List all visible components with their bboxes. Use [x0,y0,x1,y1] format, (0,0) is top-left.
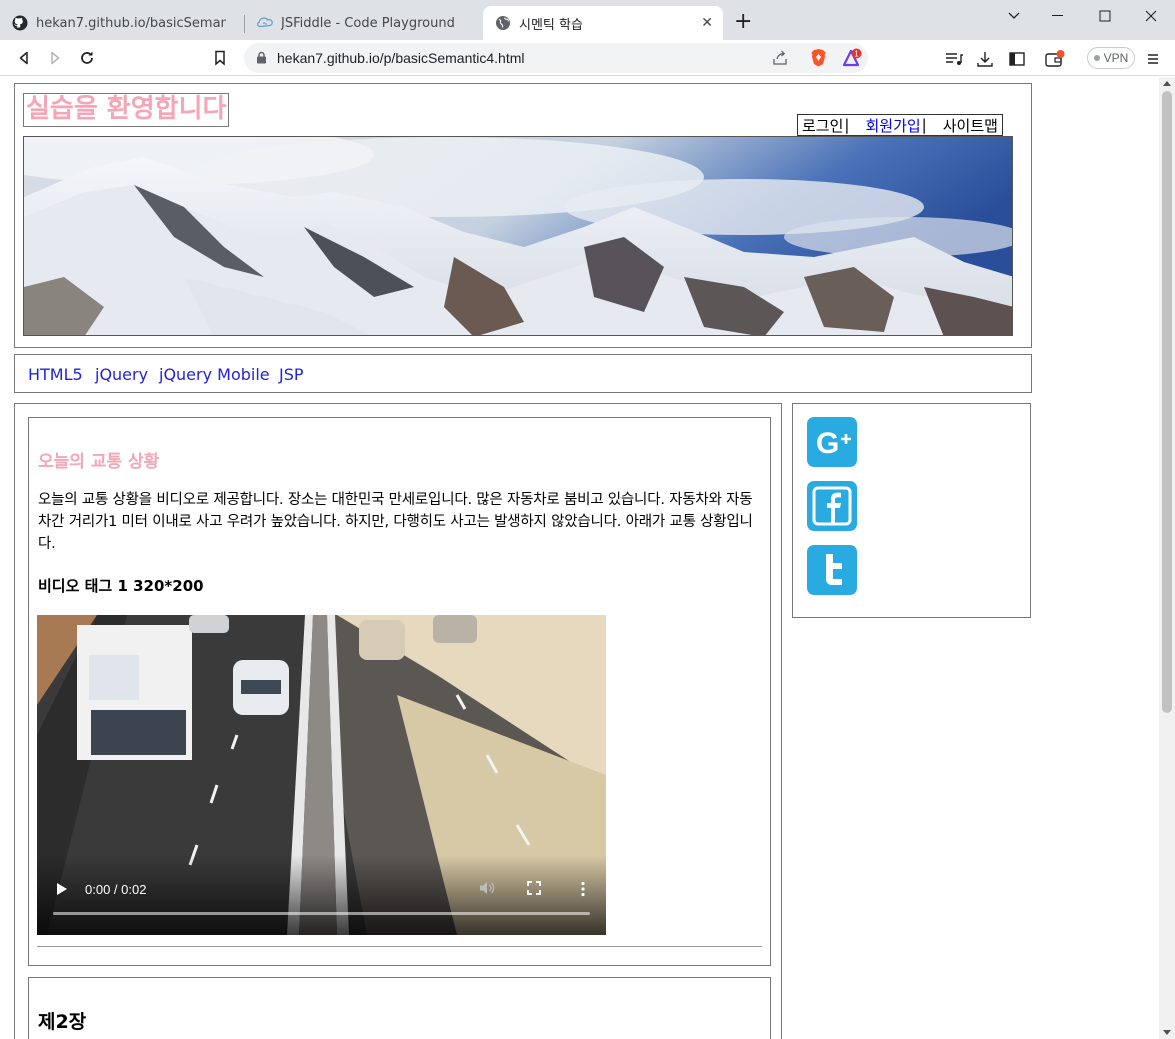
section-traffic: 오늘의 교통 상황 오늘의 교통 상황을 비디오로 제공합니다. 장소는 대한민… [28,417,771,966]
main-content: 오늘의 교통 상황 오늘의 교통 상황을 비디오로 제공합니다. 장소는 대한민… [14,403,782,1039]
vpn-label: VPN [1103,51,1129,65]
site-header: 실습을 환영합니다 로그인 | 회원가입 | 사이트맵 [14,83,1032,348]
forward-icon[interactable] [43,46,67,70]
new-tab-button[interactable]: + [734,11,752,33]
maximize-icon[interactable] [1092,6,1118,26]
address-bar[interactable]: hekan7.github.io/p/basicSemantic4.html 1 [244,43,868,73]
jsfiddle-icon [257,17,273,28]
mountain-banner-image [23,136,1013,336]
sitemap-link[interactable]: 사이트맵 [943,115,998,136]
rewards-badge: 1 [854,50,859,59]
tab-jsfiddle[interactable]: JSFiddle - Code Playground [245,6,481,40]
brave-rewards-icon[interactable]: 1 [842,48,862,68]
google-plus-icon[interactable]: G [807,417,857,467]
traffic-video[interactable]: 0:00 / 0:02 [37,615,606,935]
tab-title: JSFiddle - Code Playground [281,15,455,31]
twitter-icon[interactable] [807,545,857,595]
page-scrollbar[interactable] [1159,77,1175,1039]
tab-semantic[interactable]: 시멘틱 학습 ✕ [483,6,723,40]
login-link[interactable]: 로그인 [802,115,843,136]
globe-icon [496,16,510,30]
scrollbar-thumb[interactable] [1162,91,1172,713]
tab-title: 시멘틱 학습 [519,17,583,33]
back-icon[interactable] [12,46,36,70]
vpn-button[interactable]: VPN [1087,47,1135,69]
social-aside: G [792,403,1031,618]
url-text: hekan7.github.io/p/basicSemantic4.html [277,50,525,66]
browser-toolbar: hekan7.github.io/p/basicSemantic4.html 1… [0,40,1175,76]
section-chapter-2: 제2장 [28,977,771,1039]
top-links: 로그인 | 회원가입 | 사이트맵 [797,114,1003,136]
close-tab-icon[interactable]: ✕ [701,16,713,30]
nav-link-jquery-mobile[interactable]: jQuery Mobile [159,365,270,384]
scroll-up-icon[interactable] [1163,81,1171,86]
nav-link-jquery[interactable]: jQuery [95,365,148,384]
svg-text:G: G [816,427,839,460]
reload-icon[interactable] [75,46,99,70]
wallet-icon[interactable] [1045,49,1065,69]
bookmark-icon[interactable] [208,46,232,70]
brave-shields-icon[interactable] [810,48,827,67]
video-caption: 비디오 태그 1 320*200 [38,577,204,595]
tab-github[interactable]: hekan7.github.io/basicSemantic4.htm [0,6,244,40]
share-icon[interactable] [772,50,788,66]
site-title: 실습을 환영합니다 [23,93,230,127]
section-heading: 오늘의 교통 상황 [38,452,160,472]
signup-link[interactable]: 회원가입 [865,115,920,136]
download-icon[interactable] [975,49,995,69]
tab-search-icon[interactable] [1001,6,1027,26]
section-heading: 제2장 [38,1011,87,1033]
link-separator: | [921,116,927,134]
sidebar-icon[interactable] [1007,49,1027,69]
lock-icon [257,51,266,64]
section-paragraph: 오늘의 교통 상황을 비디오로 제공합니다. 장소는 대한민국 만세로입니다. … [38,492,753,552]
tab-title: hekan7.github.io/basicSemantic4.htm [36,15,226,31]
nav-link-html5[interactable]: HTML5 [28,365,83,384]
video-progress-track[interactable] [53,912,590,915]
scroll-down-icon[interactable] [1163,1030,1171,1035]
section-divider [37,946,762,947]
link-separator: | [844,116,850,134]
page-viewport: 실습을 환영합니다 로그인 | 회원가입 | 사이트맵 HTML5 jQuery… [0,77,1159,1039]
vpn-status-dot [1093,55,1100,61]
more-options-icon[interactable] [580,881,586,897]
playlist-icon[interactable] [944,49,964,69]
volume-icon[interactable] [479,881,495,895]
facebook-icon[interactable] [807,481,857,531]
nav-link-jsp[interactable]: JSP [279,365,304,384]
fullscreen-icon[interactable] [527,881,541,895]
play-icon[interactable] [57,883,67,895]
site-nav: HTML5 jQuery jQuery Mobile JSP [14,354,1032,393]
video-time: 0:00 / 0:02 [85,882,147,897]
close-window-icon[interactable] [1138,6,1164,26]
tab-strip: hekan7.github.io/basicSemantic4.htm JSFi… [0,0,1175,40]
minimize-icon[interactable] [1045,6,1071,26]
menu-icon[interactable] [1143,49,1163,69]
github-icon [12,15,28,31]
